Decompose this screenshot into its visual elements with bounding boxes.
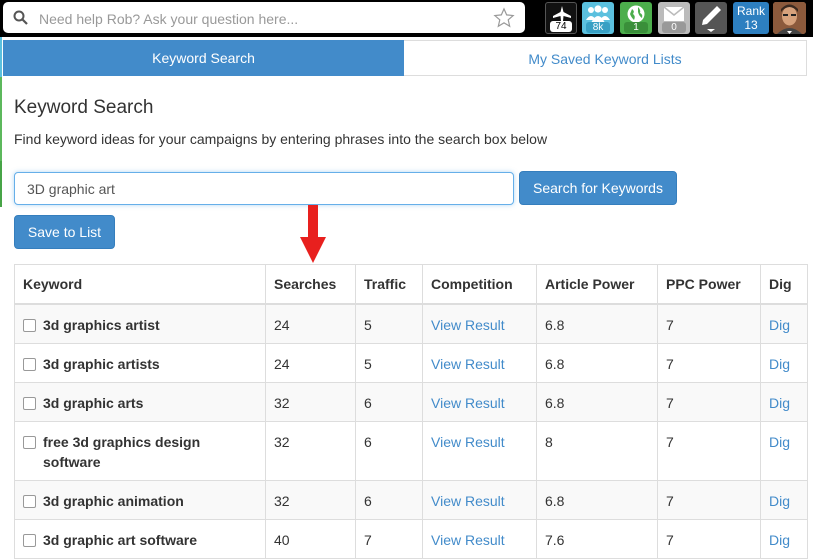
accent-stripe bbox=[0, 37, 2, 77]
view-result-link[interactable]: View Result bbox=[431, 493, 505, 509]
dig-link[interactable]: Dig bbox=[769, 395, 790, 411]
help-search-box bbox=[3, 2, 525, 33]
globe-button[interactable]: 1 bbox=[620, 2, 652, 34]
table-row: 3d graphic art software 40 7 View Result… bbox=[14, 519, 808, 559]
dig-link[interactable]: Dig bbox=[769, 317, 790, 333]
ppc-power-cell: 7 bbox=[657, 382, 761, 422]
table-row: 3d graphic artists 24 5 View Result 6.8 … bbox=[14, 343, 808, 383]
article-power-cell: 6.8 bbox=[536, 382, 658, 422]
row-checkbox[interactable] bbox=[23, 397, 36, 410]
row-checkbox[interactable] bbox=[23, 358, 36, 371]
red-arrow-down-icon bbox=[300, 205, 326, 263]
ppc-power-cell: 7 bbox=[657, 480, 761, 520]
save-to-list-button[interactable]: Save to List bbox=[14, 215, 115, 249]
searches-cell: 32 bbox=[265, 421, 356, 481]
view-result-link[interactable]: View Result bbox=[431, 317, 505, 333]
annotation-arrow bbox=[300, 205, 326, 270]
article-power-cell: 6.8 bbox=[536, 303, 658, 344]
table-header-row: Keyword Searches Traffic Competition Art… bbox=[14, 264, 808, 305]
globe-count: 1 bbox=[624, 22, 648, 33]
column-header[interactable]: Searches bbox=[265, 264, 356, 305]
row-checkbox[interactable] bbox=[23, 534, 36, 547]
row-checkbox[interactable] bbox=[23, 495, 36, 508]
avatar-icon bbox=[773, 2, 806, 34]
table-row: free 3d graphics design software 32 6 Vi… bbox=[14, 421, 808, 481]
followers-button[interactable]: 8k bbox=[582, 2, 614, 34]
keyword-cell: 3d graphic artists bbox=[43, 356, 160, 372]
flights-count: 74 bbox=[550, 21, 572, 32]
table-row: 3d graphic arts 32 6 View Result 6.8 7 D… bbox=[14, 382, 808, 422]
keyword-cell: 3d graphics artist bbox=[43, 317, 160, 333]
user-avatar[interactable] bbox=[773, 2, 806, 34]
keyword-cell: 3d graphic animation bbox=[43, 493, 184, 509]
article-power-cell: 8 bbox=[536, 421, 658, 481]
keyword-cell: free 3d graphics design software bbox=[43, 434, 201, 470]
ppc-power-cell: 7 bbox=[657, 303, 761, 344]
article-power-cell: 6.8 bbox=[536, 343, 658, 383]
search-icon bbox=[13, 10, 28, 30]
keyword-cell: 3d graphic art software bbox=[43, 532, 198, 548]
column-header[interactable]: Keyword bbox=[14, 264, 266, 305]
searches-cell: 32 bbox=[265, 382, 356, 422]
rank-value: 13 bbox=[744, 18, 758, 32]
column-header[interactable]: Dig bbox=[760, 264, 808, 305]
followers-count: 8k bbox=[586, 22, 610, 33]
article-power-cell: 6.8 bbox=[536, 480, 658, 520]
ppc-power-cell: 7 bbox=[657, 519, 761, 559]
column-header[interactable]: Competition bbox=[422, 264, 537, 305]
column-header[interactable]: Traffic bbox=[355, 264, 423, 305]
mail-count: 0 bbox=[662, 22, 686, 33]
traffic-cell: 6 bbox=[355, 480, 423, 520]
view-result-link[interactable]: View Result bbox=[431, 532, 505, 548]
top-bar: 74 8k 1 0 Rank 13 bbox=[0, 0, 813, 37]
searches-cell: 24 bbox=[265, 343, 356, 383]
dig-link[interactable]: Dig bbox=[769, 356, 790, 372]
keyword-cell: 3d graphic arts bbox=[43, 395, 144, 411]
flights-button[interactable]: 74 bbox=[545, 2, 577, 34]
globe-icon bbox=[620, 4, 652, 24]
tab-saved-keyword-lists[interactable]: My Saved Keyword Lists bbox=[404, 40, 807, 76]
star-icon[interactable] bbox=[493, 7, 515, 34]
searches-cell: 32 bbox=[265, 480, 356, 520]
row-checkbox[interactable] bbox=[23, 319, 36, 332]
mail-button[interactable]: 0 bbox=[658, 2, 690, 34]
dig-link[interactable]: Dig bbox=[769, 493, 790, 509]
column-header[interactable]: Article Power bbox=[536, 264, 658, 305]
tab-keyword-search[interactable]: Keyword Search bbox=[3, 40, 404, 76]
traffic-cell: 7 bbox=[355, 519, 423, 559]
write-button[interactable] bbox=[695, 2, 727, 34]
searches-cell: 24 bbox=[265, 303, 356, 344]
accent-stripe bbox=[0, 77, 2, 161]
keyword-results-table: Keyword Searches Traffic Competition Art… bbox=[14, 264, 808, 559]
table-row: 3d graphic animation 32 6 View Result 6.… bbox=[14, 480, 808, 520]
table-row: 3d graphics artist 24 5 View Result 6.8 … bbox=[14, 303, 808, 344]
ppc-power-cell: 7 bbox=[657, 343, 761, 383]
traffic-cell: 5 bbox=[355, 303, 423, 344]
mail-icon bbox=[658, 4, 690, 24]
column-header[interactable]: PPC Power bbox=[657, 264, 761, 305]
dig-link[interactable]: Dig bbox=[769, 532, 790, 548]
view-result-link[interactable]: View Result bbox=[431, 395, 505, 411]
view-result-link[interactable]: View Result bbox=[431, 434, 505, 450]
pen-icon bbox=[695, 4, 727, 32]
keyword-search-input[interactable] bbox=[14, 172, 514, 205]
page-title: Keyword Search bbox=[14, 97, 154, 118]
dig-link[interactable]: Dig bbox=[769, 434, 790, 450]
page-description: Find keyword ideas for your campaigns by… bbox=[14, 131, 548, 147]
traffic-cell: 6 bbox=[355, 421, 423, 481]
help-search-input[interactable] bbox=[37, 6, 481, 32]
tab-bar: Keyword Search My Saved Keyword Lists bbox=[3, 40, 807, 76]
accent-stripe bbox=[0, 161, 2, 207]
view-result-link[interactable]: View Result bbox=[431, 356, 505, 372]
searches-cell: 40 bbox=[265, 519, 356, 559]
row-checkbox[interactable] bbox=[23, 436, 36, 449]
article-power-cell: 7.6 bbox=[536, 519, 658, 559]
search-keywords-button[interactable]: Search for Keywords bbox=[519, 171, 677, 205]
ppc-power-cell: 7 bbox=[657, 421, 761, 481]
users-icon bbox=[582, 4, 614, 24]
traffic-cell: 6 bbox=[355, 382, 423, 422]
traffic-cell: 5 bbox=[355, 343, 423, 383]
rank-badge[interactable]: Rank 13 bbox=[733, 2, 769, 34]
rank-label: Rank bbox=[736, 4, 765, 18]
